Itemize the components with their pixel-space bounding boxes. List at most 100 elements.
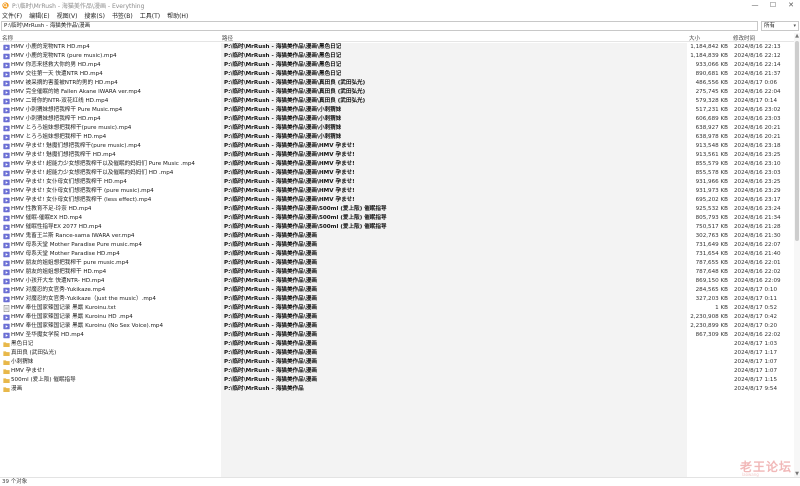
file-size: 731,654 KB [695,251,728,257]
file-row[interactable]: HMV 孕ませ! 魅魔们想把我榨干 HD.mp4 P:\临时\MrRush - 海… [0,151,794,160]
file-size: 933,066 KB [695,62,728,68]
file-modified-date: 2024/8/16 23:24 [734,206,781,212]
file-size: 855,578 KB [695,170,728,176]
folder-icon [3,342,10,347]
file-row[interactable]: HMV 孕ませ! 女仆母女们想把我榨干 (pure music).mp4 P:\临… [0,187,794,196]
file-size: 913,548 KB [695,143,728,149]
file-row[interactable]: HMV 孕ませ! 女仆母女们想把我榨干 HD.mp4 P:\临时\MrRush -… [0,178,794,187]
file-row[interactable]: HMV 催眠性指导EX 2077 HD.mp4 P:\临时\MrRush - 海猫… [0,223,794,232]
file-path: P:\临时\MrRush - 海猫美作品\漫画\HMV 孕ませ! [224,170,355,176]
file-name: HMV 小孩开大车 快遭NTR- HD.mp4 [11,278,105,284]
file-name: HMV 孕ませ! 超能力少女想把我榨干以及催眠的妈妈们 HD .mp4 [11,170,174,176]
file-row[interactable]: HMV 你恋来拯救大你的男 HD.mp4 P:\临时\MrRush - 海猫美作品… [0,61,794,70]
close-button[interactable]: ✕ [782,0,800,10]
file-size: 787,648 KB [695,269,728,275]
folder-row[interactable]: 真田良 (武田弘光) P:\临时\MrRush - 海猫美作品\漫画 2024/8/… [0,349,794,358]
window-title: P:\临时\MrRush - 海猫美作品\漫画 - Everything [12,2,145,10]
file-name: HMV 孕ませ! 女仆母女们想把我榨干 (less effect).mp4 [11,197,152,203]
menu-view[interactable]: 视图(V) [57,11,78,20]
file-name: HMV 催眠-催眠EX HD.mp4 [11,215,83,221]
folder-row[interactable]: HMV 孕ませ! P:\临时\MrRush - 海猫美作品\漫画 2024/8/17… [0,367,794,376]
file-modified-date: 2024/8/17 1:17 [734,350,778,356]
menu-help[interactable]: 帮助(H) [167,11,188,20]
folder-icon [3,387,10,392]
file-name: HMV 奉仕国家辣国记录 黑獣 Kuroinu (No Sex Voice).m… [11,323,164,329]
file-row[interactable]: HMV 被采摘的害羞被NTR的男的 HD.mp4 P:\临时\MrRush - 海… [0,79,794,88]
file-name: HMV 性教育不足-玲奈 HD.mp4 [11,206,92,212]
maximize-button[interactable]: ☐ [764,0,782,10]
search-input[interactable]: P:\临时\MrRush - 海猫美作品\漫画 [1,21,758,31]
file-name: HMV 对魔忍的女官秀-Yukikaze（just the music）.mp4 [11,296,156,302]
file-row[interactable]: HMV 对魔忍的女官秀-Yukikaze.mp4 P:\临时\MrRush - 海… [0,286,794,295]
file-row[interactable]: HMV とろろ姐妹想把我榨干(pure music).mp4 P:\临时\MrRu… [0,124,794,133]
scroll-up-icon[interactable]: ▲ [794,33,800,39]
scrollbar-thumb[interactable] [795,41,799,241]
file-row[interactable]: HMV 催眠-催眠EX HD.mp4 P:\临时\MrRush - 海猫美作品\漫… [0,214,794,223]
file-row[interactable]: HMV 小孩开大车 快遭NTR- HD.mp4 P:\临时\MrRush - 海猫… [0,277,794,286]
file-row[interactable]: HMV 孕ませ! 超能力少女想把我榨干以及催眠的妈妈们 Pure Music .… [0,160,794,169]
file-modified-date: 2024/8/16 21:34 [734,215,781,221]
file-row[interactable]: HMV 母系天堂 Mother Paradise HD.mp4 P:\临时\MrR… [0,250,794,259]
file-path: P:\临时\MrRush - 海猫美作品\漫画\小刺猬妹 [224,107,342,113]
file-row[interactable]: HMV 性教育不足-玲奈 HD.mp4 P:\临时\MrRush - 海猫美作品\… [0,205,794,214]
file-path: P:\临时\MrRush - 海猫美作品\漫画\500ml (爱上阪) 催眠指导 [224,224,387,230]
folder-row[interactable]: 黑色日记 P:\临时\MrRush - 海猫美作品\漫画 2024/8/17 1:0… [0,340,794,349]
menu-tools[interactable]: 工具(T) [140,11,160,20]
file-row[interactable]: HMV 小鹿的宠物NTR HD.mp4 P:\临时\MrRush - 海猫美作品\… [0,43,794,52]
file-size: 925,532 KB [695,206,728,212]
filter-dropdown[interactable]: 所有 ▾ [761,21,799,31]
video-file-icon [3,224,10,231]
file-row[interactable]: HMV 朋友的姐姐想把我榨干 HD.mp4 P:\临时\MrRush - 海猫美作… [0,268,794,277]
file-row[interactable]: HMV 孕ませ! 超能力少女想把我榨干以及催眠的妈妈们 HD .mp4 P:\临时… [0,169,794,178]
file-row[interactable]: HMV 圣华魔女学院 HD.mp4 P:\临时\MrRush - 海猫美作品\漫画… [0,331,794,340]
file-name: HMV 交往第一天 快遭NTR HD.mp4 [11,71,103,77]
folder-row[interactable]: 500ml (爱上阪) 催眠指导 P:\临时\MrRush - 海猫美作品\漫画 2… [0,376,794,385]
file-row[interactable]: HMV 孕ませ! 魅魔们想把我榨干(pure music).mp4 P:\临时\M… [0,142,794,151]
column-size-header[interactable]: 大小 [689,34,700,42]
folder-row[interactable]: 漫画 P:\临时\MrRush - 海猫美作品 2024/8/17 9:54 [0,385,794,394]
minimize-button[interactable]: — [746,0,764,10]
menu-bookmarks[interactable]: 书签(B) [112,11,133,20]
file-row[interactable]: HMV 母系天堂 Mother Paradise Pure music.mp4 P… [0,241,794,250]
file-row[interactable]: HMV 鬼畜王兰斯 Rance-sama IWARA ver.mp4 P:\临时\… [0,232,794,241]
folder-icon [3,351,10,356]
file-path: P:\临时\MrRush - 海猫美作品\漫画 [224,359,317,365]
file-row[interactable]: HMV 朋友的姐姐想把我榨干 pure music.mp4 P:\临时\MrRus… [0,259,794,268]
file-modified-date: 2024/8/16 23:03 [734,116,781,122]
file-row[interactable]: HMV 完全催眠的她 Fallen Akane IWARA ver.mp4 P:\… [0,88,794,97]
folder-icon [3,369,10,374]
file-path: P:\临时\MrRush - 海猫美作品\漫画\小刺猬妹 [224,116,342,122]
file-name: HMV 奉仕国家辣国记录 黑獣 Kuroinu.txt [11,305,116,311]
file-row[interactable]: HMV 奉仕国家辣国记录 黑獣 Kuroinu.txt P:\临时\MrRush … [0,304,794,313]
file-size: 913,561 KB [695,152,728,158]
file-path: P:\临时\MrRush - 海猫美作品 [224,386,304,392]
file-row[interactable]: HMV 小刺猬妹想把我榨干 Pure Music.mp4 P:\临时\MrRush… [0,106,794,115]
video-file-icon [3,143,10,150]
menu-file[interactable]: 文件(F) [2,11,22,20]
file-name: HMV 孕ませ! 魅魔们想把我榨干(pure music).mp4 [11,143,141,149]
file-row[interactable]: HMV 交往第一天 快遭NTR HD.mp4 P:\临时\MrRush - 海猫美… [0,70,794,79]
file-row[interactable]: HMV 对魔忍的女官秀-Yukikaze（just the music）.mp4… [0,295,794,304]
file-row[interactable]: HMV 二哥你的NTR-双花红线 HD.mp4 P:\临时\MrRush - 海猫… [0,97,794,106]
file-row[interactable]: HMV 孕ませ! 女仆母女们想把我榨干 (less effect).mp4 P:\… [0,196,794,205]
column-name-header[interactable]: 名称 [2,34,13,42]
column-path-header[interactable]: 路径 [222,34,233,42]
vertical-scrollbar[interactable]: ▲ ▼ [794,33,800,477]
file-size: 579,328 KB [695,98,728,104]
file-row[interactable]: HMV 奉仕国家辣国记录 黑獣 Kuroinu (No Sex Voice).m… [0,322,794,331]
file-path: P:\临时\MrRush - 海猫美作品\漫画 [224,233,317,239]
file-row[interactable]: HMV 奉仕国家辣国记录 黑獣 Kuroinu HD .mp4 P:\临时\MrR… [0,313,794,322]
file-row[interactable]: HMV 小鹿的宠物NTR (pure music).mp4 P:\临时\MrRus… [0,52,794,61]
folder-row[interactable]: 小刺猬妹 P:\临时\MrRush - 海猫美作品\漫画 2024/8/17 1:0… [0,358,794,367]
menu-edit[interactable]: 编辑(E) [29,11,49,20]
menu-search[interactable]: 搜索(S) [84,11,105,20]
file-name: HMV 朋友的姐姐想把我榨干 pure music.mp4 [11,260,129,266]
file-modified-date: 2024/8/16 20:21 [734,125,781,131]
column-date-header[interactable]: 修改时间 [733,34,755,42]
file-row[interactable]: HMV とろろ姐妹想把我榨干 HD.mp4 P:\临时\MrRush - 海猫美作… [0,133,794,142]
file-row[interactable]: HMV 小刺猬妹想把我榨干 HD.mp4 P:\临时\MrRush - 海猫美作品… [0,115,794,124]
file-name: 黑色日记 [11,341,34,347]
file-path: P:\临时\MrRush - 海猫美作品\漫画 [224,350,317,356]
file-name: HMV 孕ませ! 超能力少女想把我榨干以及催眠的妈妈们 Pure Music .… [11,161,195,167]
file-size: 275,745 KB [695,89,728,95]
